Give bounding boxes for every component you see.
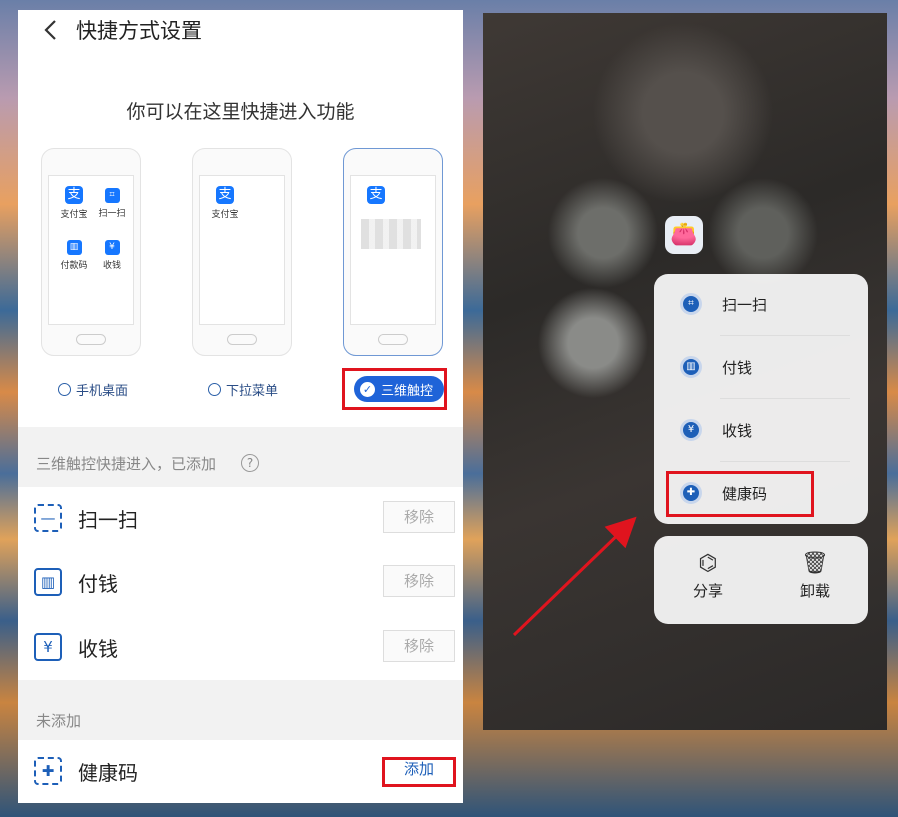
annotation-arrow (512, 516, 637, 637)
